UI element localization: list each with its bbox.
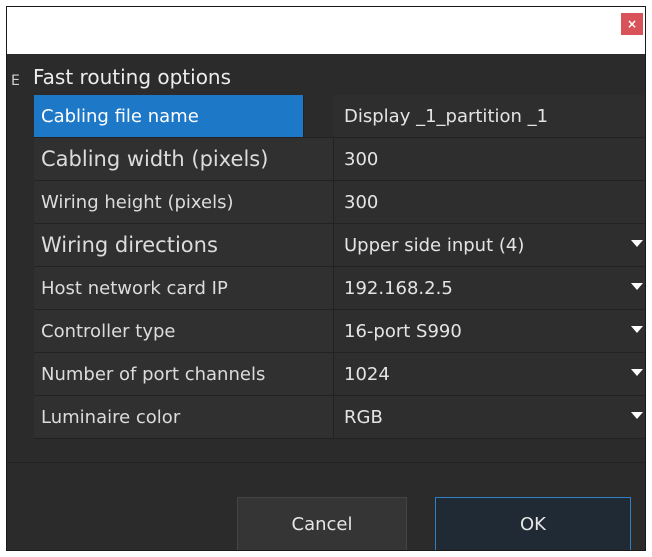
property-label[interactable]: Controller type [34, 310, 334, 352]
chevron-down-icon[interactable] [631, 240, 643, 247]
dialog-footer: Cancel OK [7, 462, 645, 550]
select-value: Upper side input (4) [344, 234, 525, 256]
property-row-host-network-card-ip[interactable]: Host network card IP 192.168.2.5 [34, 267, 645, 310]
chevron-down-icon[interactable] [631, 412, 643, 419]
property-label[interactable]: Wiring height (pixels) [34, 181, 334, 223]
property-row-wiring-height[interactable]: Wiring height (pixels) 300 [34, 181, 645, 224]
select-value: 16-port S990 [344, 320, 462, 342]
property-row-luminaire-color[interactable]: Luminaire color RGB [34, 396, 645, 439]
property-label[interactable]: Wiring directions [34, 224, 334, 266]
port-channels-select[interactable]: 1024 [334, 353, 645, 395]
chevron-down-icon[interactable] [631, 326, 643, 333]
cancel-button[interactable]: Cancel [237, 497, 407, 550]
close-button[interactable]: × [621, 13, 643, 35]
property-label[interactable]: Host network card IP [34, 267, 334, 309]
chevron-down-icon[interactable] [631, 283, 643, 290]
property-row-wiring-directions[interactable]: Wiring directions Upper side input (4) [34, 224, 645, 267]
close-icon: × [626, 17, 638, 31]
property-row-cabling-file-name[interactable]: Cabling file name Display _1_partition _… [34, 95, 645, 138]
cabling-width-field[interactable]: 300 [334, 138, 645, 180]
group-title: Fast routing options [33, 65, 232, 89]
group-collapse-marker[interactable]: E [11, 73, 20, 89]
wiring-height-field[interactable]: 300 [334, 181, 645, 223]
property-label[interactable]: Luminaire color [34, 396, 334, 438]
luminaire-color-select[interactable]: RGB [334, 396, 645, 438]
host-ip-select[interactable]: 192.168.2.5 [334, 267, 645, 309]
property-row-port-channels[interactable]: Number of port channels 1024 [34, 353, 645, 396]
property-label[interactable]: Cabling file name [34, 95, 304, 137]
group-header[interactable]: E Fast routing options [7, 59, 645, 93]
controller-type-select[interactable]: 16-port S990 [334, 310, 645, 352]
chevron-down-icon[interactable] [631, 369, 643, 376]
title-bar[interactable]: × [7, 7, 645, 54]
fast-routing-dialog: × E Fast routing options Cabling file na… [6, 6, 646, 551]
select-value: 192.168.2.5 [344, 277, 453, 299]
property-row-cabling-width[interactable]: Cabling width (pixels) 300 [34, 138, 645, 181]
property-row-controller-type[interactable]: Controller type 16-port S990 [34, 310, 645, 353]
property-grid: Cabling file name Display _1_partition _… [34, 95, 645, 439]
ok-button[interactable]: OK [435, 497, 631, 550]
wiring-directions-select[interactable]: Upper side input (4) [334, 224, 645, 266]
property-label[interactable]: Number of port channels [34, 353, 334, 395]
cabling-file-name-field[interactable]: Display _1_partition _1 [334, 95, 645, 137]
property-label[interactable]: Cabling width (pixels) [34, 138, 334, 180]
select-value: RGB [344, 406, 383, 428]
select-value: 1024 [344, 363, 390, 385]
